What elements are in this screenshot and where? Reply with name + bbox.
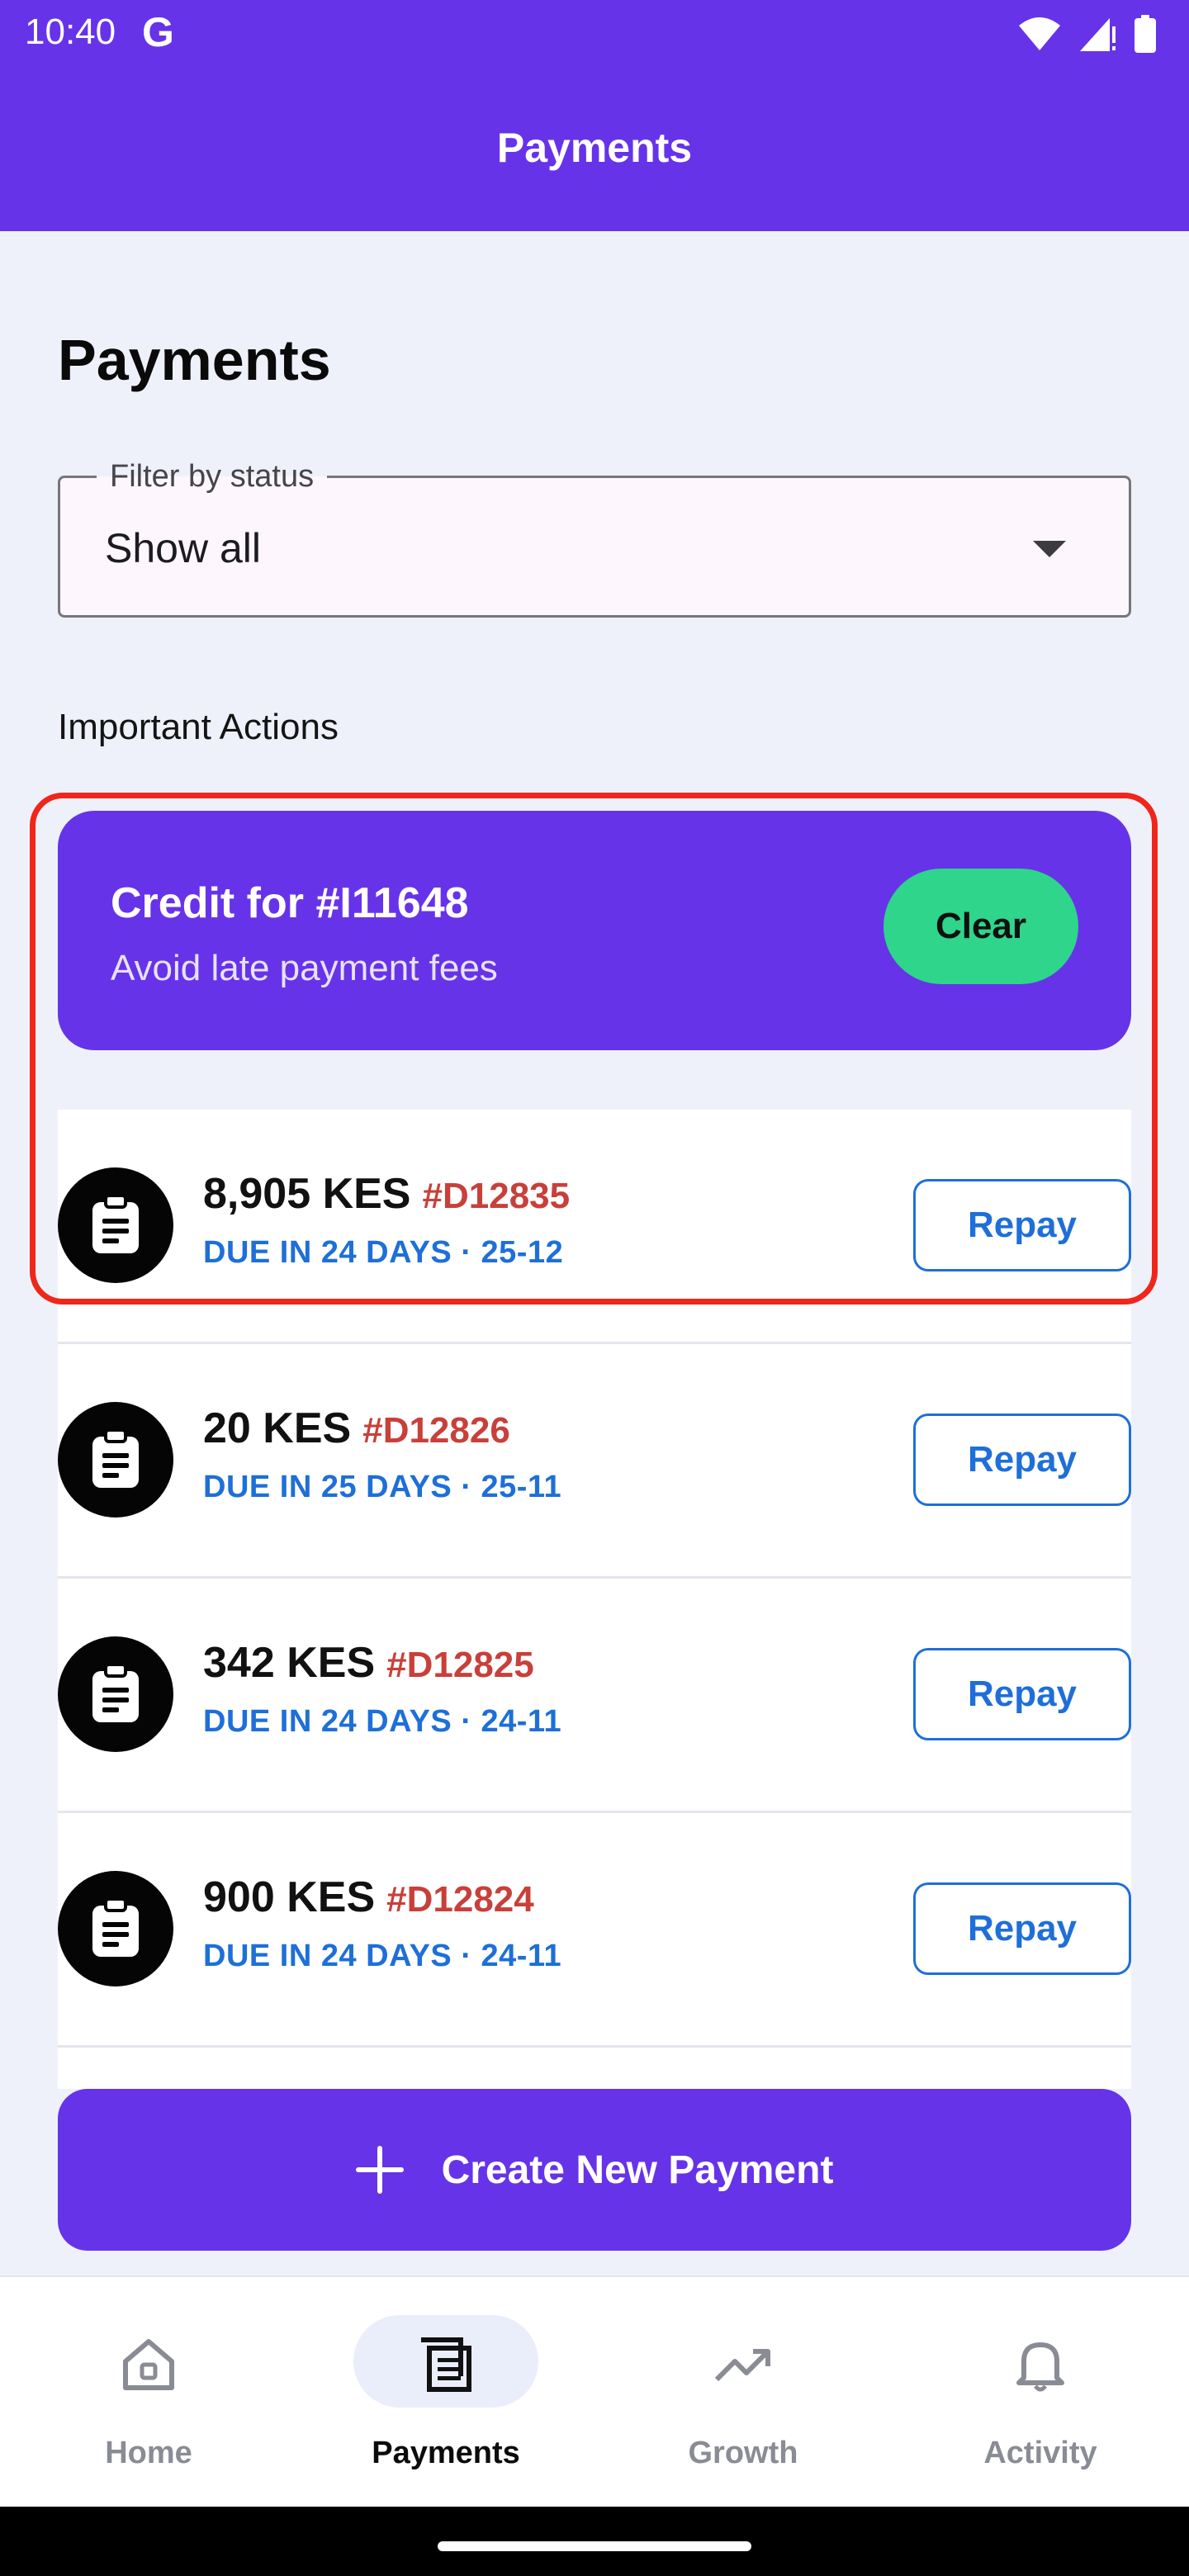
- payment-id: #D12835: [422, 1176, 571, 1216]
- receipt-avatar: [58, 1636, 173, 1752]
- home-gesture-bar[interactable]: [438, 2541, 751, 2551]
- signal-icon: [1080, 18, 1116, 51]
- clipboard-icon: [92, 1663, 139, 1722]
- filter-label: Filter by status: [97, 457, 328, 496]
- section-label-important-actions: Important Actions: [58, 707, 339, 747]
- clipboard-icon: [92, 1428, 139, 1488]
- trending-up-icon: [594, 2335, 892, 2394]
- payment-due: DUE IN 24 DAYS · 24-11: [203, 1704, 562, 1739]
- receipt-icon: [297, 2335, 594, 2394]
- clipboard-icon: [92, 1194, 139, 1253]
- payment-due: DUE IN 24 DAYS · 24-11: [203, 1939, 562, 1973]
- bottom-navigation: Home Payments Growth Activity: [0, 2275, 1189, 2507]
- payment-amount: 20 KES #D12826: [203, 1404, 510, 1453]
- filter-selected-value: Show all: [105, 525, 261, 571]
- gesture-area: [0, 2507, 1189, 2576]
- bell-icon: [892, 2335, 1189, 2394]
- payment-amount: 8,905 KES #D12835: [203, 1169, 570, 1219]
- nav-item-growth[interactable]: Growth: [594, 2277, 892, 2508]
- create-button-label: Create New Payment: [441, 2147, 834, 2192]
- status-filter-dropdown[interactable]: Filter by status Show all: [58, 457, 1131, 618]
- payment-id: #D12826: [362, 1410, 510, 1451]
- amount-text: 900 KES: [203, 1873, 376, 1921]
- credit-title: Credit for #I11648: [111, 879, 469, 927]
- nav-label: Home: [105, 2436, 192, 2470]
- repay-button[interactable]: Repay: [913, 1648, 1131, 1740]
- repay-button[interactable]: Repay: [913, 1882, 1131, 1975]
- page-title: Payments: [58, 328, 331, 392]
- nav-label: Growth: [688, 2436, 798, 2470]
- nav-item-home[interactable]: Home: [0, 2277, 297, 2508]
- plus-icon: [355, 2146, 404, 2194]
- payment-due: DUE IN 25 DAYS · 25-11: [203, 1470, 562, 1504]
- payment-row: 900 KES #D12824 DUE IN 24 DAYS · 24-11 Re…: [58, 1813, 1131, 2048]
- clear-button[interactable]: Clear: [883, 869, 1078, 984]
- app-bar: Payments: [0, 69, 1189, 231]
- nav-item-activity[interactable]: Activity: [892, 2277, 1189, 2508]
- payment-amount: 900 KES #D12824: [203, 1873, 534, 1922]
- payments-list: 8,905 KES #D12835 DUE IN 24 DAYS · 25-12 …: [58, 1110, 1131, 2089]
- payment-due: DUE IN 24 DAYS · 25-12: [203, 1235, 564, 1270]
- status-bar: 10:40 G: [0, 0, 1189, 69]
- credit-subtitle: Avoid late payment fees: [111, 948, 498, 988]
- payment-row: 342 KES #D12825 DUE IN 24 DAYS · 24-11 Re…: [58, 1579, 1131, 1813]
- payment-amount: 342 KES #D12825: [203, 1638, 534, 1688]
- nav-label: Activity: [983, 2436, 1097, 2470]
- status-icons: [1017, 15, 1156, 53]
- repay-button[interactable]: Repay: [913, 1413, 1131, 1506]
- credit-card: Credit for #I11648 Avoid late payment fe…: [58, 811, 1131, 1050]
- repay-button[interactable]: Repay: [913, 1179, 1131, 1271]
- dropdown-arrow-icon: [1033, 541, 1066, 557]
- payment-id: #D12824: [386, 1879, 534, 1920]
- google-icon: G: [142, 9, 174, 55]
- app-bar-title: Payments: [496, 125, 693, 171]
- nav-label: Payments: [372, 2436, 520, 2470]
- payment-row: 8,905 KES #D12835 DUE IN 24 DAYS · 25-12 …: [58, 1110, 1131, 1344]
- clipboard-icon: [92, 1897, 139, 1957]
- home-icon: [0, 2335, 297, 2394]
- receipt-avatar: [58, 1167, 173, 1283]
- status-time: 10:40: [25, 12, 116, 52]
- payment-row: 20 KES #D12826 DUE IN 25 DAYS · 25-11 Rep…: [58, 1344, 1131, 1579]
- receipt-avatar: [58, 1871, 173, 1986]
- amount-text: 342 KES: [203, 1639, 376, 1687]
- payment-id: #D12825: [386, 1645, 534, 1685]
- nav-item-payments[interactable]: Payments: [297, 2277, 594, 2508]
- amount-text: 8,905 KES: [203, 1170, 411, 1218]
- battery-icon: [1135, 15, 1156, 53]
- amount-text: 20 KES: [203, 1404, 352, 1452]
- create-new-payment-button[interactable]: Create New Payment: [58, 2089, 1131, 2251]
- wifi-icon: [1019, 17, 1060, 50]
- receipt-avatar: [58, 1402, 173, 1518]
